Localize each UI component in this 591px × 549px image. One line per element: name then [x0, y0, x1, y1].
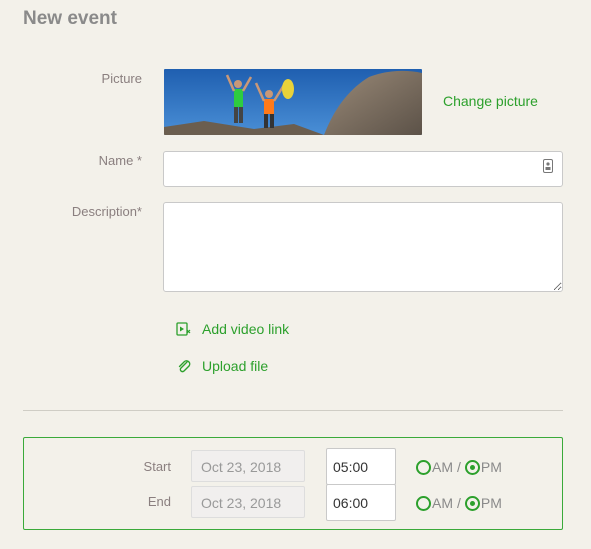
contact-card-icon [543, 159, 553, 173]
divider [23, 410, 563, 411]
page-title: New event [23, 8, 117, 29]
upload-file-button[interactable]: Upload file [176, 358, 268, 374]
start-pm-label: PM [480, 459, 502, 475]
description-textarea[interactable] [163, 202, 563, 292]
end-am-radio[interactable] [416, 495, 431, 511]
description-label: Description* [71, 204, 142, 219]
change-picture-link[interactable]: Change picture [443, 93, 538, 109]
end-ampm-separator: / [457, 495, 461, 511]
start-am-radio[interactable] [416, 459, 431, 475]
end-pm-radio[interactable] [464, 495, 480, 511]
end-am-label: AM [432, 495, 453, 511]
name-label: Name * [98, 153, 142, 168]
start-am-label: AM [432, 459, 453, 475]
add-video-link-button[interactable]: Add video link [176, 321, 289, 337]
video-link-icon [176, 322, 191, 336]
picture-label: Picture [101, 71, 142, 86]
start-time-field[interactable]: 05:00 [326, 448, 396, 485]
end-time-field[interactable]: 06:00 [326, 484, 396, 521]
name-field-wrapper [163, 151, 563, 187]
start-label: Start [143, 459, 171, 474]
start-ampm-toggle: AM / PM [416, 459, 502, 475]
schedule-box: Start Oct 23, 2018 05:00 AM / PM End Oct… [23, 437, 563, 530]
add-video-link-label: Add video link [202, 321, 290, 337]
end-pm-label: PM [480, 495, 502, 511]
paperclip-icon [178, 360, 191, 373]
upload-file-label: Upload file [202, 358, 269, 374]
end-ampm-toggle: AM / PM [416, 495, 502, 511]
start-ampm-separator: / [457, 459, 461, 475]
end-label: End [147, 494, 171, 509]
event-picture [164, 69, 422, 135]
name-input[interactable] [163, 151, 563, 187]
start-pm-radio[interactable] [464, 459, 480, 475]
start-date-field[interactable]: Oct 23, 2018 [191, 450, 305, 482]
end-date-field[interactable]: Oct 23, 2018 [191, 486, 305, 518]
